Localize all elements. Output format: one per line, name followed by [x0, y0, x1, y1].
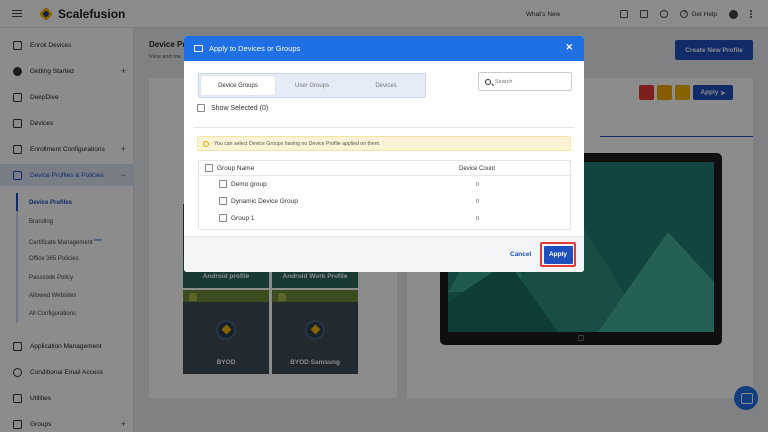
- table-header: Group Name Device Count: [199, 161, 572, 176]
- table-row[interactable]: Demo group 0: [199, 176, 572, 193]
- apply-button-highlight: Apply: [540, 242, 576, 267]
- table-row[interactable]: Dynamic Device Group 0: [199, 193, 572, 210]
- close-icon[interactable]: ✕: [565, 42, 573, 53]
- device-count: 0: [476, 199, 480, 205]
- modal-header: Apply to Devices or Groups ✕: [184, 36, 584, 61]
- divider: [194, 127, 574, 128]
- modal-title: Apply to Devices or Groups: [209, 44, 301, 53]
- tab-user-groups[interactable]: User Groups: [275, 76, 349, 95]
- group-name: Demo group: [231, 180, 267, 188]
- modal-search: [478, 72, 572, 91]
- row-checkbox[interactable]: [219, 214, 227, 222]
- group-name: Dynamic Device Group: [231, 197, 298, 205]
- apply-to-devices-modal: Apply to Devices or Groups ✕ Device Grou…: [184, 36, 584, 272]
- search-input[interactable]: [495, 78, 565, 85]
- cancel-button[interactable]: Cancel: [510, 251, 531, 258]
- groups-table: Group Name Device Count Demo group 0 Dyn…: [198, 160, 572, 230]
- table-row[interactable]: Group 1 0: [199, 210, 572, 227]
- info-icon: !: [203, 140, 209, 147]
- apply-button[interactable]: Apply: [543, 245, 573, 264]
- tab-device-groups[interactable]: Device Groups: [201, 76, 275, 95]
- show-selected-label: Show Selected (0): [211, 104, 269, 112]
- search-icon: [485, 78, 491, 85]
- show-selected-toggle[interactable]: Show Selected (0): [197, 104, 268, 112]
- select-all-checkbox[interactable]: [205, 164, 213, 172]
- modal-footer: Cancel Apply: [184, 236, 584, 272]
- devices-icon: [194, 45, 203, 52]
- column-header-device-count: Device Count: [459, 166, 496, 172]
- info-text: You can select Device Groups having no D…: [214, 140, 381, 147]
- group-name: Group 1: [231, 214, 255, 222]
- target-type-tabs: Device Groups User Groups Devices: [198, 73, 426, 98]
- device-count: 0: [476, 216, 480, 222]
- row-checkbox[interactable]: [219, 180, 227, 188]
- row-checkbox[interactable]: [219, 197, 227, 205]
- device-count: 0: [476, 182, 480, 188]
- column-header-group-name: Group Name: [217, 164, 255, 172]
- show-selected-checkbox[interactable]: [197, 104, 205, 112]
- tab-devices[interactable]: Devices: [349, 76, 423, 95]
- info-banner: ! You can select Device Groups having no…: [197, 136, 571, 151]
